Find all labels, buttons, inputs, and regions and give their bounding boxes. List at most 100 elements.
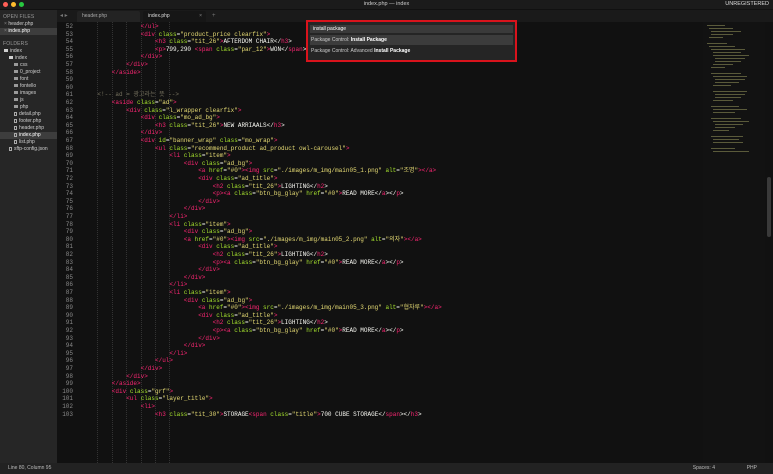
code-token: <div [126,106,145,114]
folder-item[interactable]: index [0,55,57,62]
new-tab-button[interactable]: + [212,10,216,22]
file-item[interactable]: footer.php [0,118,57,125]
file-item[interactable]: index.php [0,132,57,139]
folder-item[interactable]: images [0,90,57,97]
code-line[interactable]: </div> [198,198,220,206]
code-line[interactable]: </div> [126,61,148,69]
code-token: ><img [241,304,264,312]
code-line[interactable]: <a href="#0"><img src="./images/m_img/ma… [184,236,422,244]
code-token: class [216,311,235,319]
tab-index-php[interactable]: index.php × [143,11,206,22]
code-line[interactable]: <div class="product_price clearfix"> [141,31,271,39]
code-line[interactable]: </div> [141,53,163,61]
code-line[interactable]: </div> [126,373,148,381]
line-number: 66 [65,129,73,137]
line-number: 85 [65,273,73,281]
code-line[interactable]: </ul> [155,357,173,365]
code-token: "조명" [399,167,419,175]
code-line[interactable]: <h3 class="tit_26">NEW ARRIAALS</h3> [155,122,285,130]
scrollbar-thumb[interactable] [767,177,771,237]
file-item[interactable]: detail.php [0,111,57,118]
folder-item[interactable]: js [0,97,57,104]
code-line[interactable]: </li> [169,350,187,358]
code-line[interactable]: <a href="#0"><img src="./images/m_img/ma… [198,167,436,175]
code-token: class [169,410,188,418]
code-line[interactable]: </div> [198,266,220,274]
line-number: 86 [65,281,73,289]
code-line[interactable]: <div class="grf"> [112,388,173,396]
folder-item[interactable]: css [0,62,57,69]
command-palette[interactable]: install package Package Control: Install… [306,20,517,62]
code-token: </div> [140,129,163,137]
code-line[interactable]: </div> [184,205,206,213]
palette-item-advanced-install-package[interactable]: Package Control: Advanced Install Packag… [310,46,513,56]
code-line[interactable]: </aside> [112,69,141,77]
code-token: WON</ [270,45,289,53]
code-line[interactable]: </ul> [141,23,159,31]
code-line[interactable]: <p><a class="btn_bg_glay" href="#0">READ… [213,259,404,267]
open-file-item[interactable]: × index.php [0,28,57,35]
line-number: 61 [65,91,73,99]
code-line[interactable]: <li class="item"> [169,152,230,160]
code-line[interactable]: <h2 class="tit_26">LIGHTING</h2> [213,251,328,259]
code-line[interactable]: </div> [184,342,206,350]
file-item[interactable]: sftp-config.json [0,146,57,153]
code-line[interactable]: <div class="ad_title"> [198,312,277,320]
code-line[interactable]: </div> [141,129,163,137]
code-line[interactable]: <div class="ad_bg"> [184,228,252,236]
code-line[interactable]: <!-- ad = 광고라는 뜻 --> [97,91,179,99]
folder-item[interactable]: 0_project [0,69,57,76]
code-token: > [216,114,220,122]
code-line[interactable]: <li class="item"> [169,289,230,297]
code-token: > [266,30,271,38]
minimap[interactable] [703,22,765,463]
code-line[interactable]: <h3 class="tit_26">AFTERDOM CHAIR</h3> [155,38,292,46]
folder-item[interactable]: font [0,76,57,83]
code-line[interactable]: </div> [198,335,220,343]
command-palette-input[interactable]: install package [310,25,513,33]
code-line[interactable]: <p><a class="btn_bg_glay" href="#0">READ… [213,327,404,335]
file-icon [14,118,17,123]
folder-item[interactable]: index [0,48,57,55]
code-line[interactable]: <div class="mo_ad_bg"> [141,114,220,122]
code-token: class [216,175,235,182]
code-line[interactable]: <h3 class="tit_30">STORAGE<span class="t… [155,411,422,419]
code-token: h3 [410,410,418,418]
file-item[interactable]: header.php [0,125,57,132]
file-item[interactable]: list.php [0,139,57,146]
code-line[interactable]: <p><a class="btn_bg_glay" href="#0">READ… [213,190,404,198]
code-line[interactable]: <aside class="ad"> [112,99,177,107]
code-line[interactable]: <a href="#0"><img src="./images/m_img/ma… [198,304,442,312]
code-line[interactable]: <li class="item"> [169,221,230,229]
tab-label: header.php [82,13,108,19]
syntax-selector[interactable]: PHP [747,463,757,474]
close-tab-icon[interactable]: × [199,11,202,22]
code-line[interactable]: <div id="banner_wrap" class="mo_wrap"> [141,137,278,145]
code-editor[interactable]: 52 53 54 55 56 57 58 59 60 61 62 63 64 65 66 67 68 69 70 71… [57,22,703,463]
tab-header-php[interactable]: header.php [77,11,140,22]
code-line[interactable]: <div class="ad_title"> [198,243,277,251]
code-line[interactable]: <div class="l_wrapper clearfix"> [126,107,241,115]
code-line[interactable]: <h2 class="tit_26">LIGHTING</h2> [213,319,328,327]
code-line[interactable]: <p>799,290 <span class="par_12">WON</spa… [155,46,321,54]
code-line[interactable]: <li> [141,403,155,411]
indentation-setting[interactable]: Spaces: 4 [693,463,715,474]
folder-item[interactable]: fontello [0,83,57,90]
code-line[interactable]: <ul class="recommend_product ad_product … [155,145,349,153]
tab-nav-arrows[interactable]: ◂ ▸ [60,10,68,22]
code-line[interactable]: </div> [184,274,206,282]
code-line[interactable]: <div class="ad_title"> [198,175,277,183]
code-line[interactable]: </li> [169,213,187,221]
code-token: class [183,289,202,296]
code-line[interactable]: <h2 class="tit_26">LIGHTING</h2> [213,183,328,191]
open-file-item[interactable]: × header.php [0,21,57,28]
code-line[interactable]: </aside> [112,380,141,388]
palette-item-install-package[interactable]: Package Control: Install Package [310,35,513,45]
code-line[interactable]: </div> [141,365,163,373]
code-line[interactable]: <ul class="layer_title"> [126,395,212,403]
folder-item[interactable]: php [0,104,57,111]
vertical-scrollbar[interactable] [765,22,773,463]
code-token: </aside> [111,380,141,388]
code-area[interactable]: </ul> <div class="product_price clearfix"… [83,22,703,463]
code-line[interactable]: </li> [169,281,187,289]
